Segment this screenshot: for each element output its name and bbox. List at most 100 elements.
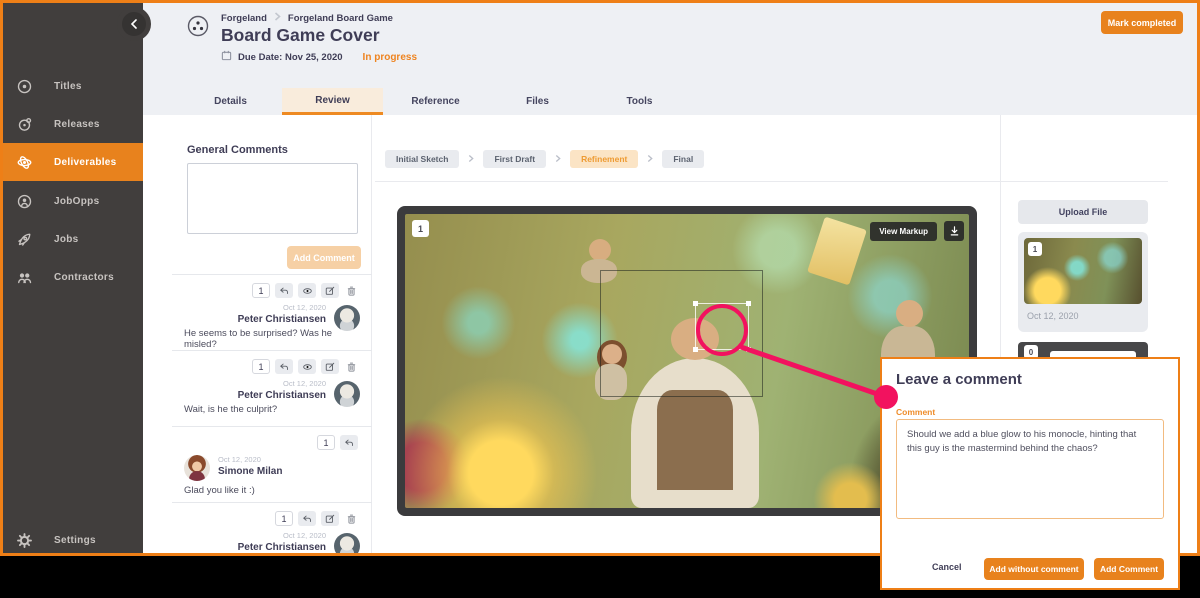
comment-item: 1 Oct 12, 2020 Peter Christiansen bbox=[172, 502, 372, 553]
comment-text: Wait, is he the culprit? bbox=[184, 404, 364, 415]
rocket-icon bbox=[17, 232, 32, 247]
view-markup-button[interactable]: View Markup bbox=[870, 222, 937, 241]
general-comment-input[interactable] bbox=[187, 163, 358, 234]
boardgame-dice-icon bbox=[185, 13, 211, 39]
edit-icon[interactable] bbox=[321, 511, 339, 526]
sidebar-item-label: Settings bbox=[54, 535, 96, 546]
workflow-step-initial-sketch[interactable]: Initial Sketch bbox=[385, 150, 459, 168]
chevron-left-icon bbox=[130, 19, 138, 29]
comment-input[interactable]: Should we add a blue glow to his monocle… bbox=[896, 419, 1164, 519]
comment-count-badge[interactable]: 1 bbox=[252, 359, 270, 374]
trash-icon[interactable] bbox=[344, 283, 358, 298]
mark-completed-button[interactable]: Mark completed bbox=[1101, 11, 1183, 34]
file-thumbnail[interactable]: 1 bbox=[1024, 238, 1142, 304]
illustration-card bbox=[807, 217, 867, 286]
cancel-button[interactable]: Cancel bbox=[932, 562, 962, 572]
comment-actions: 1 bbox=[252, 359, 358, 374]
trash-icon[interactable] bbox=[344, 359, 358, 374]
sidebar-collapse-button[interactable] bbox=[117, 7, 151, 41]
comment-meta: Oct 12, 2020 Peter Christiansen bbox=[238, 379, 326, 401]
comment-item: 1 Oct 12, 2020 Peter Christiansen Wait, … bbox=[172, 350, 372, 426]
comment-field-label: Comment bbox=[896, 407, 935, 417]
comments-list: 1 Oct 12, 2020 Peter Christiansen He see… bbox=[172, 274, 372, 553]
tab-tools[interactable]: Tools bbox=[589, 88, 690, 115]
illustration-figure bbox=[589, 239, 611, 261]
tab-reference[interactable]: Reference bbox=[385, 88, 486, 115]
add-comment-submit-button[interactable]: Add Comment bbox=[1094, 558, 1164, 580]
comment-date: Oct 12, 2020 bbox=[238, 531, 326, 540]
breadcrumb-item[interactable]: Forgeland Board Game bbox=[288, 13, 393, 24]
file-card[interactable]: 1 Oct 12, 2020 bbox=[1018, 232, 1148, 332]
sidebar-item-jobopps[interactable]: JobOpps bbox=[3, 182, 143, 220]
comment-text: He seems to be surprised? Was he misled? bbox=[184, 328, 364, 350]
breadcrumb-item[interactable]: Forgeland bbox=[221, 13, 267, 24]
broadcast-icon bbox=[17, 194, 32, 209]
reply-icon[interactable] bbox=[298, 511, 316, 526]
sidebar-item-releases[interactable]: Releases bbox=[3, 105, 143, 143]
edit-icon[interactable] bbox=[321, 283, 339, 298]
illustration-figure bbox=[896, 300, 923, 327]
upload-file-button[interactable]: Upload File bbox=[1018, 200, 1148, 224]
comment-author: Peter Christiansen bbox=[238, 542, 326, 553]
download-icon[interactable] bbox=[944, 221, 964, 241]
breadcrumb: Forgeland Forgeland Board Game bbox=[221, 12, 393, 24]
reply-icon[interactable] bbox=[275, 359, 293, 374]
reply-icon[interactable] bbox=[340, 435, 358, 450]
people-icon bbox=[17, 270, 32, 285]
reply-icon[interactable] bbox=[275, 283, 293, 298]
gear-icon bbox=[17, 533, 32, 548]
sidebar-item-label: JobOpps bbox=[54, 196, 99, 207]
page-title: Board Game Cover bbox=[221, 25, 380, 46]
chevron-right-icon bbox=[555, 150, 561, 168]
sidebar-item-label: Releases bbox=[54, 119, 100, 130]
tab-files[interactable]: Files bbox=[487, 88, 588, 115]
comment-meta: Oct 12, 2020 Simone Milan bbox=[218, 455, 282, 477]
add-without-comment-button[interactable]: Add without comment bbox=[984, 558, 1084, 580]
sidebar-item-contractors[interactable]: Contractors bbox=[3, 258, 143, 296]
leave-comment-modal: Leave a comment Comment Should we add a … bbox=[880, 357, 1180, 590]
due-date-row: Due Date: Nov 25, 2020 In progress bbox=[221, 48, 417, 66]
comment-meta: Oct 12, 2020 Peter Christiansen bbox=[238, 531, 326, 553]
file-version-badge: 1 bbox=[1028, 242, 1042, 256]
file-date: Oct 12, 2020 bbox=[1027, 311, 1079, 321]
workflow-step-refinement[interactable]: Refinement bbox=[570, 150, 638, 168]
workflow-steps: Initial Sketch First Draft Refinement Fi… bbox=[385, 150, 704, 168]
comment-count-badge[interactable]: 1 bbox=[275, 511, 293, 526]
selection-handle[interactable] bbox=[693, 301, 698, 306]
comment-item: 1 Oct 12, 2020 Peter Christiansen He see… bbox=[172, 274, 372, 350]
tab-review[interactable]: Review bbox=[282, 88, 383, 115]
selection-handle[interactable] bbox=[746, 301, 751, 306]
avatar bbox=[184, 455, 210, 481]
chevron-right-icon bbox=[274, 12, 281, 24]
selection-handle[interactable] bbox=[693, 347, 698, 352]
sidebar-item-deliverables[interactable]: Deliverables bbox=[3, 143, 143, 181]
due-date-text: Due Date: Nov 25, 2020 bbox=[238, 52, 343, 63]
sidebar-item-titles[interactable]: Titles bbox=[3, 67, 143, 105]
comment-date: Oct 12, 2020 bbox=[238, 303, 326, 312]
comment-date: Oct 12, 2020 bbox=[218, 455, 282, 464]
calendar-icon bbox=[221, 48, 232, 66]
comment-actions: 1 bbox=[275, 511, 358, 526]
chevron-right-icon bbox=[468, 150, 474, 168]
sidebar-item-jobs[interactable]: Jobs bbox=[3, 220, 143, 258]
illustration-figure bbox=[657, 390, 733, 490]
comment-author: Peter Christiansen bbox=[238, 314, 326, 325]
workflow-step-final[interactable]: Final bbox=[662, 150, 704, 168]
tab-details[interactable]: Details bbox=[180, 88, 281, 115]
edit-icon[interactable] bbox=[321, 359, 339, 374]
markup-selection-box[interactable] bbox=[695, 303, 749, 350]
sidebar-item-label: Contractors bbox=[54, 272, 114, 283]
add-comment-button[interactable]: Add Comment bbox=[287, 246, 361, 269]
sidebar: Titles Releases Deliverables JobOpps Job… bbox=[3, 3, 143, 553]
comment-author: Peter Christiansen bbox=[238, 390, 326, 401]
sidebar-item-settings[interactable]: Settings bbox=[3, 521, 143, 559]
screenshot-canvas: Titles Releases Deliverables JobOpps Job… bbox=[0, 0, 1200, 598]
comment-item: 1 Oct 12, 2020 Simone Milan Glad you lik… bbox=[172, 426, 372, 502]
comment-count-badge[interactable]: 1 bbox=[252, 283, 270, 298]
eye-icon[interactable] bbox=[298, 359, 316, 374]
selection-handle[interactable] bbox=[746, 347, 751, 352]
workflow-step-first-draft[interactable]: First Draft bbox=[483, 150, 546, 168]
eye-icon[interactable] bbox=[298, 283, 316, 298]
comment-count-badge[interactable]: 1 bbox=[317, 435, 335, 450]
trash-icon[interactable] bbox=[344, 511, 358, 526]
